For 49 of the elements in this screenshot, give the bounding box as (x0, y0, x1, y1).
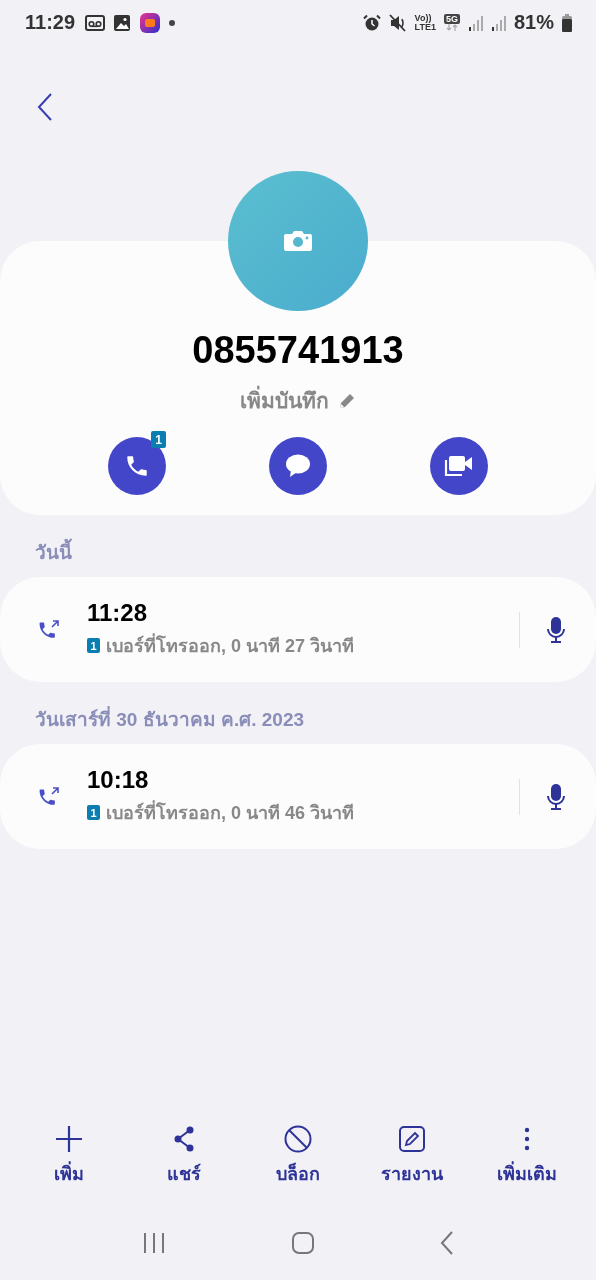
battery-percent: 81% (513, 11, 554, 34)
more-icon (522, 1125, 531, 1153)
microphone-icon[interactable] (546, 615, 566, 644)
report-button[interactable]: รายงาน (362, 1125, 463, 1195)
chat-bubble-icon (284, 453, 312, 479)
block-button[interactable]: บล็อก (247, 1125, 348, 1195)
more-button[interactable]: เพิ่มเติม (476, 1125, 577, 1195)
lte-label: LTE1 (414, 22, 436, 32)
gallery-icon (113, 13, 132, 32)
video-camera-icon (443, 454, 475, 478)
recents-icon[interactable] (142, 1231, 167, 1254)
call-button[interactable] (108, 437, 166, 495)
network-label: 5G (443, 14, 460, 24)
microphone-icon[interactable] (546, 782, 566, 811)
signal-icon (490, 14, 506, 31)
share-button[interactable]: แชร์ (133, 1125, 234, 1195)
call-detail: เบอร์ที่โทรออก, 0 นาที 27 วินาที (106, 631, 355, 660)
sim-badge: 1 (87, 638, 100, 653)
mute-icon (388, 13, 407, 32)
status-time: 11:29 (25, 11, 76, 34)
signal-icon (467, 14, 483, 31)
back-icon[interactable] (37, 93, 53, 121)
voicemail-icon (85, 14, 106, 31)
camera-icon (283, 230, 313, 252)
sim-badge: 1 (87, 805, 100, 820)
data-arrows-icon (445, 24, 458, 31)
call-time: 10:18 (87, 766, 150, 794)
app-icon (139, 11, 162, 34)
sim-badge: 1 (151, 431, 166, 448)
call-log-entry[interactable]: 10:18 1 เบอร์ที่โทรออก, 0 นาที 46 วินาที (0, 744, 596, 849)
call-log-entry[interactable]: 11:28 1 เบอร์ที่โทรออก, 0 นาที 27 วินาที (0, 577, 596, 682)
call-time: 11:28 (87, 599, 149, 627)
plus-icon (55, 1125, 84, 1153)
message-button[interactable] (269, 437, 327, 495)
phone-icon (124, 453, 150, 479)
home-icon[interactable] (291, 1230, 315, 1255)
date-header: วันเสาร์ที่ 30 ธันวาคม ค.ศ. 2023 (0, 682, 596, 744)
edit-box-icon (398, 1125, 427, 1153)
video-button[interactable] (430, 437, 488, 495)
phone-number: 0855741913 (192, 329, 404, 372)
battery-icon (562, 13, 572, 32)
back-icon[interactable] (439, 1230, 454, 1255)
block-icon (283, 1125, 312, 1153)
dot-icon (169, 19, 176, 26)
call-detail: เบอร์ที่โทรออก, 0 นาที 46 วินาที (106, 798, 355, 827)
volte-label: Vo)) (414, 13, 432, 23)
add-button[interactable]: เพิ่ม (19, 1125, 120, 1195)
date-header: วันนี้ (0, 515, 596, 577)
alarm-icon (362, 13, 381, 32)
